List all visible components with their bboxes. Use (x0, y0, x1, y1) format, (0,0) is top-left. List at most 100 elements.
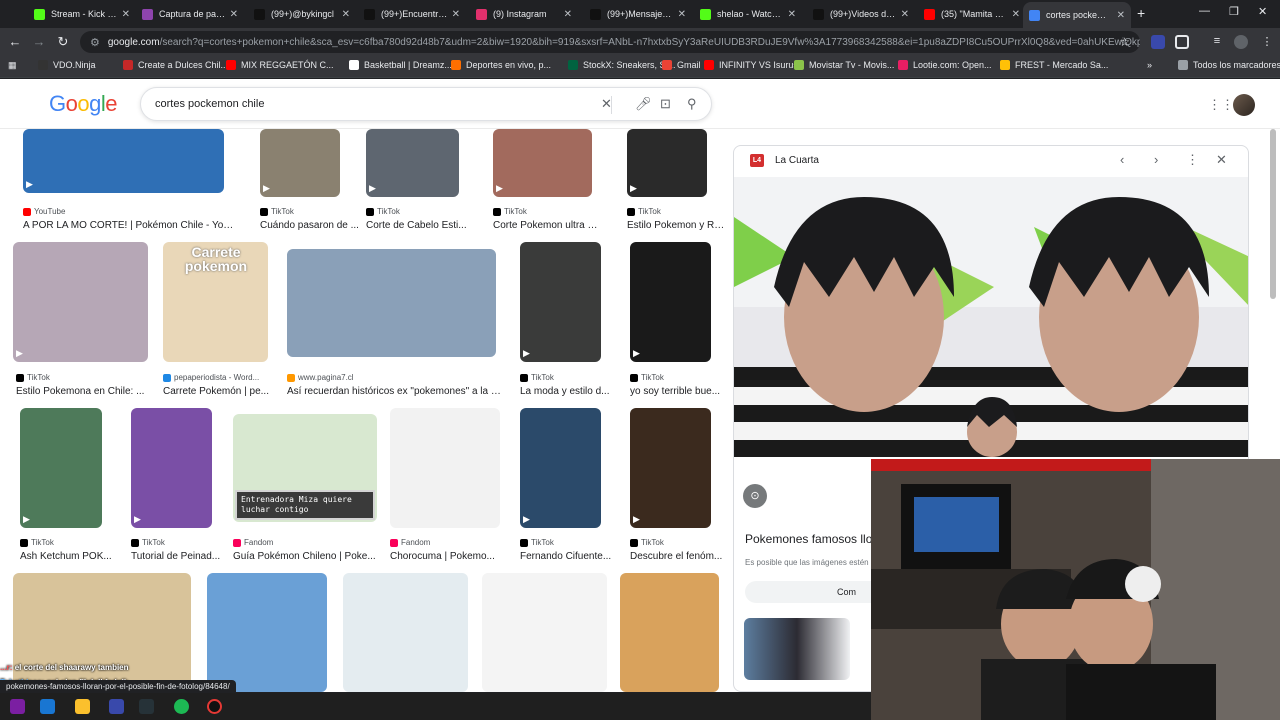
panel-scrollbar[interactable] (1270, 129, 1276, 299)
close-tab-icon[interactable]: ✕ (901, 9, 909, 20)
search-query[interactable]: cortes pockemon chile (155, 98, 264, 110)
bookmark-11[interactable]: » (1147, 60, 1152, 70)
result-thumbnail[interactable] (13, 242, 148, 362)
result-title[interactable]: Estilo Pokemon y Re... (627, 220, 727, 231)
bookmark-7[interactable]: INFINITY VS Isurus (704, 60, 798, 70)
close-tab-icon[interactable]: ✕ (230, 9, 238, 20)
bookmark-10[interactable]: FREST - Mercado Sa... (1000, 60, 1108, 70)
close-tab-icon[interactable]: ✕ (1117, 10, 1125, 21)
extensions-puzzle-icon[interactable] (1175, 35, 1189, 49)
result-thumbnail[interactable] (620, 573, 719, 692)
restore-icon[interactable]: ❐ (1229, 5, 1239, 18)
bookmark-4[interactable]: Deportes en vivo, p... (451, 60, 551, 70)
close-tab-icon[interactable]: ✕ (452, 9, 460, 20)
new-tab-button[interactable]: + (1137, 5, 1145, 21)
apps-grid-icon[interactable]: ▦ (8, 60, 17, 71)
bookmark-8[interactable]: Movistar Tv - Movis... (794, 60, 894, 70)
result-title[interactable]: Cuándo pasaron de ... (260, 220, 360, 231)
bookmark-3[interactable]: Basketball | Dreamz... (349, 60, 452, 70)
result-thumbnail[interactable] (520, 408, 601, 528)
result-thumbnail[interactable] (207, 573, 327, 692)
result-title[interactable]: Así recuerdan históricos ex "pokemones" … (287, 386, 502, 397)
panel-image-title[interactable]: Pokemones famosos llo (745, 532, 872, 546)
result-thumbnail[interactable] (630, 408, 711, 528)
result-source[interactable]: TikTok (630, 538, 664, 547)
result-thumbnail[interactable] (627, 129, 707, 197)
spotify-icon[interactable] (174, 699, 189, 714)
close-tab-icon[interactable]: ✕ (678, 9, 686, 20)
result-thumbnail[interactable] (390, 408, 500, 528)
bookmark-12[interactable]: Todos los marcadores (1178, 60, 1280, 70)
result-thumbnail[interactable] (23, 129, 224, 193)
lens-icon[interactable]: ⊙ (743, 484, 767, 508)
profile-avatar[interactable] (1234, 35, 1248, 49)
result-title[interactable]: Ash Ketchum POK... (20, 551, 120, 562)
result-thumbnail[interactable] (630, 242, 711, 362)
minimize-icon[interactable]: — (1199, 5, 1210, 17)
lens-search-icon[interactable]: ⊡ (660, 96, 671, 112)
result-title[interactable]: Guía Pokémon Chileno | Poke... (233, 551, 385, 562)
result-source[interactable]: TikTok (20, 538, 54, 547)
result-title[interactable]: A POR LA MO CORTE! | Pokémon Chile - You… (23, 220, 238, 231)
result-source[interactable]: TikTok (630, 373, 664, 382)
tab-7[interactable]: (99+)Videos de ju ✕ (807, 3, 915, 25)
result-title[interactable]: Carrete Pokemón | pe... (163, 386, 276, 397)
tab-6[interactable]: shelao - Watch th ✕ (694, 3, 802, 25)
result-title[interactable]: Chorocuma | Pokemo... (390, 551, 508, 562)
reload-icon[interactable]: ↻ (55, 34, 71, 50)
more-options-icon[interactable]: ⋮ (1186, 152, 1199, 168)
menu-icon[interactable]: ⋮ (1260, 35, 1274, 49)
result-thumbnail[interactable] (13, 573, 191, 692)
related-image[interactable] (744, 618, 850, 680)
result-title[interactable]: yo soy terrible bue... (630, 386, 730, 397)
result-thumbnail[interactable] (482, 573, 607, 692)
result-thumbnail[interactable] (287, 249, 496, 357)
close-tab-icon[interactable]: ✕ (564, 9, 572, 20)
result-title[interactable]: Corte de Cabelo Esti... (366, 220, 467, 231)
taskbar-app-icon[interactable] (40, 699, 55, 714)
result-source[interactable]: TikTok (16, 373, 50, 382)
tab-9[interactable]: cortes pockemon ✕ (1023, 2, 1131, 28)
close-tab-icon[interactable]: ✕ (122, 9, 130, 20)
bookmark-9[interactable]: Lootie.com: Open... (898, 60, 992, 70)
result-source[interactable]: TikTok (493, 207, 527, 216)
search-box[interactable]: cortes pockemon chile ✕ 🎤︎ ⊡ ⚲ (140, 87, 712, 121)
bookmark-1[interactable]: Create a Dulces Chil... (123, 60, 228, 70)
result-title[interactable]: Estilo Pokemona en Chile: ... (16, 386, 159, 397)
bookmark-0[interactable]: VDO.Ninja (38, 60, 96, 70)
result-source[interactable]: www.pagina7.cl (287, 373, 354, 382)
obs-icon[interactable] (207, 699, 222, 714)
extension-icon[interactable] (1151, 35, 1165, 49)
forward-icon[interactable]: → (31, 34, 47, 49)
panel-source-name[interactable]: La Cuarta (775, 155, 819, 166)
close-tab-icon[interactable]: ✕ (788, 9, 796, 20)
address-bar[interactable]: ⚙ google.com/search?q=cortes+pokemon+chi… (80, 31, 1140, 53)
close-tab-icon[interactable]: ✕ (1012, 9, 1020, 20)
tab-5[interactable]: (99+)Mensajes | T ✕ (584, 3, 692, 25)
search-icon[interactable]: ⚲ (687, 96, 697, 112)
result-source[interactable]: TikTok (520, 538, 554, 547)
voice-search-icon[interactable]: 🎤︎ (635, 96, 652, 112)
account-avatar[interactable] (1233, 94, 1255, 116)
bookmark-5[interactable]: StockX: Sneakers, St... (568, 60, 676, 70)
close-window-icon[interactable]: ✕ (1258, 5, 1267, 18)
result-thumbnail[interactable] (20, 408, 102, 528)
site-info-icon[interactable]: ⚙ (90, 36, 100, 49)
tab-4[interactable]: (9) Instagram ✕ (470, 3, 578, 25)
result-source[interactable]: TikTok (260, 207, 294, 216)
result-thumbnail[interactable] (520, 242, 601, 362)
result-title[interactable]: Fernando Cifuente... (520, 551, 620, 562)
tab-1[interactable]: Captura de panta ✕ (136, 3, 244, 25)
back-icon[interactable]: ← (7, 34, 23, 49)
result-thumbnail[interactable] (131, 408, 212, 528)
taskbar-app-icon[interactable] (109, 699, 124, 714)
close-tab-icon[interactable]: ✕ (342, 9, 350, 20)
next-icon[interactable]: › (1154, 152, 1158, 167)
bookmark-2[interactable]: MIX REGGAETÓN C... (226, 60, 334, 70)
result-title[interactable]: Descubre el fenóm... (630, 551, 730, 562)
result-source[interactable]: TikTok (131, 538, 165, 547)
result-source[interactable]: pepaperiodista - Word... (163, 373, 259, 382)
previous-icon[interactable]: ‹ (1120, 152, 1124, 167)
tab-8[interactable]: (35) "Mamita Ven ✕ (918, 3, 1026, 25)
preview-image[interactable] (734, 177, 1249, 457)
